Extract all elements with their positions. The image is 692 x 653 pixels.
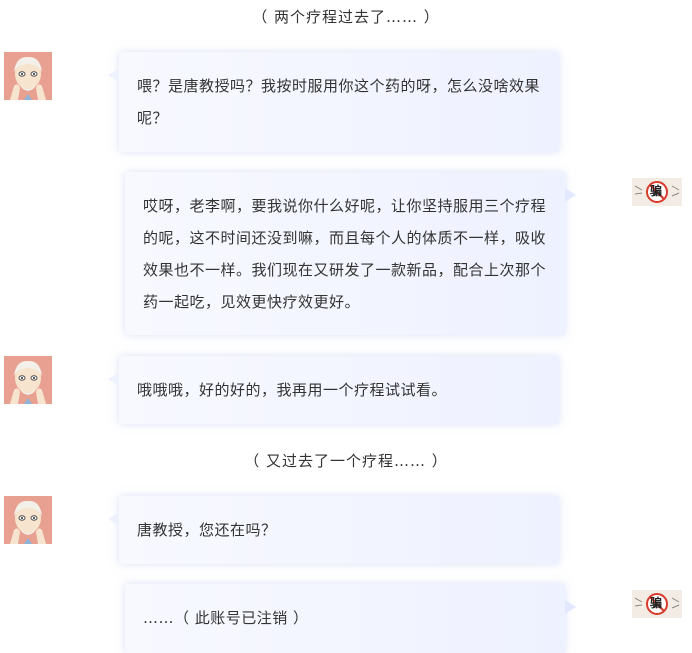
elderly-man-avatar-icon — [4, 52, 52, 100]
message-text: 唐教授，您还在吗？ — [137, 521, 277, 539]
scam-stamp-text: 骗 — [650, 596, 663, 610]
chat-bubble-professor-tang-2[interactable]: ……（ 此账号已注销 ） — [125, 584, 576, 653]
old-man-avatar[interactable] — [4, 52, 52, 100]
chat-bubble-old-li-3[interactable]: 唐教授，您还在吗？ — [108, 496, 559, 564]
elderly-man-avatar-icon — [4, 356, 52, 404]
narration-two-courses: （ 两个疗程过去了…… ） — [252, 8, 440, 26]
message-text: ……（ 此账号已注销 ） — [143, 609, 309, 627]
professor-avatar[interactable]: 骗 — [632, 590, 682, 618]
chat-bubble-old-li-2[interactable]: 哦哦哦，好的好的，我再用一个疗程试试看。 — [108, 356, 559, 424]
old-man-avatar[interactable] — [4, 356, 52, 404]
scam-stamp-text: 骗 — [650, 184, 663, 198]
narration-one-more-course: （ 又过去了一个疗程…… ） — [244, 452, 448, 470]
message-text: 哦哦哦，好的好的，我再用一个疗程试试看。 — [137, 381, 448, 399]
message-text: 喂？是唐教授吗？我按时服用你这个药的呀，怎么没啥效果呢？ — [137, 77, 541, 127]
professor-avatar[interactable]: 骗 — [632, 178, 682, 206]
elderly-man-avatar-icon — [4, 496, 52, 544]
chat-bubble-old-li-1[interactable]: 喂？是唐教授吗？我按时服用你这个药的呀，怎么没啥效果呢？ — [108, 52, 559, 152]
message-text: 哎呀，老李啊，要我说你什么好呢，让你坚持服用三个疗程的呢，这不时间还没到嘛，而且… — [143, 197, 547, 311]
old-man-avatar[interactable] — [4, 496, 52, 544]
chat-bubble-professor-tang-1[interactable]: 哎呀，老李啊，要我说你什么好呢，让你坚持服用三个疗程的呢，这不时间还没到嘛，而且… — [125, 172, 576, 335]
